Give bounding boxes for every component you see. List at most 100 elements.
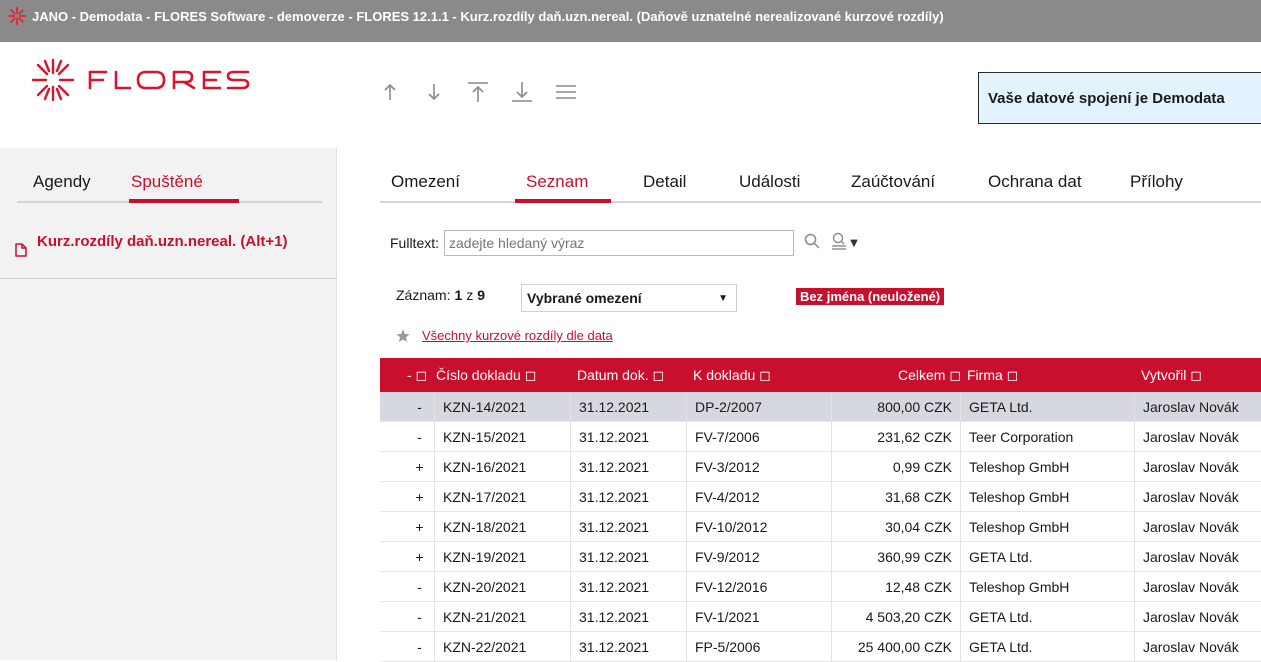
fulltext-label: Fulltext: [390, 235, 440, 251]
table-row[interactable]: + KZN-17/2021 31.12.2021 FV-4/2012 31,68 CZK… [380, 482, 1261, 512]
filter-name-badge: Bez jména (neuložené) [796, 288, 945, 305]
cell-firma: GETA Ltd. [960, 602, 1134, 632]
chevron-down-icon[interactable]: ▼ [846, 232, 862, 254]
cell-vytvoril: Jaroslav Novák [1134, 572, 1261, 602]
cell-datum-dok: 31.12.2021 [570, 482, 686, 512]
column-header-celkem[interactable]: Celkem ◻ [892, 367, 961, 384]
column-header-sign[interactable]: - ◻ [407, 367, 427, 384]
fulltext-input[interactable] [444, 230, 795, 256]
cell-firma: Teleshop GmbH [960, 572, 1134, 602]
cell-datum-dok: 31.12.2021 [570, 542, 686, 572]
cell-k-dokladu: FV-10/2012 [686, 512, 831, 542]
sidebar: Agendy Spuštěné Kurz.rozdíly daň.uzn.ner… [0, 148, 337, 660]
record-of-label: z [466, 287, 474, 303]
cell-vytvoril: Jaroslav Novák [1134, 632, 1261, 662]
record-label: Záznam: [396, 287, 451, 303]
document-icon [15, 243, 27, 257]
cell-datum-dok: 31.12.2021 [570, 572, 686, 602]
active-tab-indicator [515, 199, 611, 203]
main-tabs: Omezení Seznam Detail Události Zaúčtován… [380, 148, 1261, 203]
cell-k-dokladu: FV-3/2012 [686, 452, 831, 482]
cell-vytvoril: Jaroslav Novák [1134, 422, 1261, 452]
cell-firma: Teleshop GmbH [960, 512, 1134, 542]
flores-sun-icon [31, 58, 75, 102]
sidebar-tab-spustene[interactable]: Spuštěné [131, 172, 203, 192]
table-row[interactable]: + KZN-18/2021 31.12.2021 FV-10/2012 30,04 CZ… [380, 512, 1261, 542]
cell-k-dokladu: DP-2/2007 [686, 392, 831, 422]
favorite-filter-row: Všechny kurzové rozdíly dle data [396, 328, 613, 343]
tab-detail[interactable]: Detail [643, 172, 686, 192]
arrow-up-icon[interactable] [378, 80, 402, 104]
tab-prilohy[interactable]: Přílohy [1130, 172, 1183, 192]
cell-datum-dok: 31.12.2021 [570, 422, 686, 452]
tab-seznam[interactable]: Seznam [526, 172, 588, 192]
cell-k-dokladu: FP-5/2006 [686, 632, 831, 662]
cell-firma: GETA Ltd. [960, 392, 1134, 422]
connection-info: Vaše datové spojení je Demodata [978, 72, 1261, 124]
connection-text: Vaše datové spojení je Demodata [988, 89, 1225, 107]
cell-firma: Teer Corporation [960, 422, 1134, 452]
cell-firma: GETA Ltd. [960, 542, 1134, 572]
cell-cislo-dokladu: KZN-22/2021 [434, 632, 570, 662]
cell-sign: + [415, 549, 424, 565]
grid-body: - KZN-14/2021 31.12.2021 DP-2/2007 800,00 CZ… [380, 392, 1261, 662]
favorite-filter-link[interactable]: Všechny kurzové rozdíly dle data [422, 328, 613, 343]
cell-celkem: 25 400,00 CZK [831, 632, 960, 662]
move-to-bottom-icon[interactable] [510, 80, 534, 104]
column-header-k-dokladu[interactable]: K dokladu ◻ [693, 367, 771, 384]
move-to-top-icon[interactable] [466, 80, 490, 104]
cell-sign: - [417, 639, 422, 655]
cell-k-dokladu: FV-7/2006 [686, 422, 831, 452]
cell-celkem: 0,99 CZK [831, 452, 960, 482]
cell-cislo-dokladu: KZN-16/2021 [434, 452, 570, 482]
menu-icon[interactable] [554, 80, 578, 104]
column-header-firma[interactable]: Firma ◻ [967, 367, 1018, 384]
record-total: 9 [477, 287, 486, 303]
cell-sign: - [417, 429, 422, 445]
table-row[interactable]: - KZN-22/2021 31.12.2021 FP-5/2006 25 400,00… [380, 632, 1261, 662]
sidebar-tab-agendy[interactable]: Agendy [33, 172, 91, 192]
sidebar-item-label: Kurz.rozdíly daň.uzn.nereal. (Alt+1) [37, 233, 288, 250]
cell-datum-dok: 31.12.2021 [570, 602, 686, 632]
tab-omezeni[interactable]: Omezení [391, 172, 460, 192]
star-icon[interactable] [396, 329, 410, 343]
fulltext-box: ▼ [444, 230, 858, 256]
table-row[interactable]: + KZN-19/2021 31.12.2021 FV-9/2012 360,99 CZ… [380, 542, 1261, 572]
cell-celkem: 30,04 CZK [831, 512, 960, 542]
main-panel: Omezení Seznam Detail Události Zaúčtován… [363, 148, 1261, 662]
tab-udalosti[interactable]: Události [739, 172, 800, 192]
toolbar [378, 80, 578, 104]
column-header-datum-dok[interactable]: Datum dok. ◻ [577, 367, 664, 384]
table-row[interactable]: - KZN-15/2021 31.12.2021 FV-7/2006 231,62 CZ… [380, 422, 1261, 452]
cell-vytvoril: Jaroslav Novák [1134, 512, 1261, 542]
arrow-down-icon[interactable] [422, 80, 446, 104]
cell-celkem: 360,99 CZK [831, 542, 960, 572]
cell-k-dokladu: FV-9/2012 [686, 542, 831, 572]
column-header-cislo-dokladu[interactable]: Číslo dokladu ◻ [436, 367, 536, 384]
table-row[interactable]: - KZN-21/2021 31.12.2021 FV-1/2021 4 503,20 … [380, 602, 1261, 632]
table-row[interactable]: - KZN-20/2021 31.12.2021 FV-12/2016 12,48 CZ… [380, 572, 1261, 602]
record-row: Záznam: 1 z 9 Vybrané omezení ▼ Bez jmén… [396, 284, 945, 312]
column-header-vytvoril[interactable]: Vytvořil ◻ [1141, 367, 1202, 384]
cell-vytvoril: Jaroslav Novák [1134, 392, 1261, 422]
filter-select[interactable]: Vybrané omezení ▼ [521, 284, 737, 312]
cell-datum-dok: 31.12.2021 [570, 632, 686, 662]
table-row[interactable]: - KZN-14/2021 31.12.2021 DP-2/2007 800,00 CZ… [380, 392, 1261, 422]
grid-header: - ◻ Číslo dokladu ◻ Datum dok. ◻ K dokla… [380, 358, 1261, 392]
table-row[interactable]: + KZN-16/2021 31.12.2021 FV-3/2012 0,99 CZK T… [380, 452, 1261, 482]
tab-zauctovani[interactable]: Zaúčtování [851, 172, 935, 192]
cell-vytvoril: Jaroslav Novák [1134, 452, 1261, 482]
search-icon[interactable] [804, 233, 820, 253]
cell-celkem: 800,00 CZK [831, 392, 960, 422]
cell-celkem: 31,68 CZK [831, 482, 960, 512]
cell-sign: - [417, 399, 422, 415]
tab-ochrana-dat[interactable]: Ochrana dat [988, 172, 1082, 192]
sidebar-item-kurzove-rozdily[interactable]: Kurz.rozdíly daň.uzn.nereal. (Alt+1) [0, 203, 337, 279]
cell-firma: Teleshop GmbH [960, 452, 1134, 482]
cell-cislo-dokladu: KZN-15/2021 [434, 422, 570, 452]
cell-celkem: 4 503,20 CZK [831, 602, 960, 632]
cell-vytvoril: Jaroslav Novák [1134, 602, 1261, 632]
cell-cislo-dokladu: KZN-19/2021 [434, 542, 570, 572]
cell-vytvoril: Jaroslav Novák [1134, 482, 1261, 512]
cell-datum-dok: 31.12.2021 [570, 512, 686, 542]
